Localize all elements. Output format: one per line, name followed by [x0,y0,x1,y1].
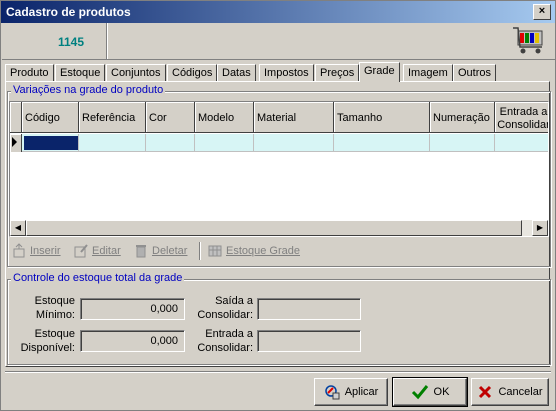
available-stock-label: Estoque Disponível: [20,328,75,354]
column-header[interactable]: Modelo [195,102,254,133]
grid-cell[interactable] [146,134,195,152]
exit-to-consolidate-field[interactable] [257,298,361,320]
trash-icon [136,245,146,258]
scroll-left-button[interactable]: ◀ [10,220,26,236]
tab-conjuntos[interactable]: Conjuntos [106,64,166,82]
grid-cell[interactable] [254,134,334,152]
stock-grid-label: Estoque Grade [226,245,300,257]
variations-legend: Variações na grade do produto [11,84,166,96]
tab-outros[interactable]: Outros [453,64,497,82]
insert-label: Inserir [30,245,61,257]
stock-grid-icon [208,245,222,257]
column-header[interactable]: Entrada a Consolidar [495,102,548,133]
tab-impostos[interactable]: Impostos [259,64,314,82]
close-button[interactable]: × [533,4,551,20]
grid-corner [10,102,22,133]
delete-button[interactable]: Deletar [133,242,187,260]
min-stock-label: Estoque Mínimo: [34,295,75,321]
stock-control-legend: Controle do estoque total da grade [11,272,185,284]
horizontal-scrollbar[interactable]: ◀ ▶ [10,220,548,236]
tab-precos[interactable]: Preços [315,64,360,82]
cancel-button[interactable]: Cancelar [471,378,549,406]
check-icon [411,385,428,400]
entry-to-consolidate-field[interactable] [257,330,361,352]
column-header[interactable]: Numeração [430,102,495,133]
footer-divider [5,371,551,373]
selected-cell[interactable] [24,136,78,150]
tab-imagem[interactable]: Imagem [403,64,453,82]
tab-datas[interactable]: Datas [217,64,256,82]
grid-cell[interactable] [195,134,254,152]
toolbar-separator [199,242,201,260]
insert-icon [13,243,25,258]
edit-icon [74,244,88,258]
grid-cell[interactable] [430,134,495,152]
product-registration-window: Cadastro de produtos × 1145 Produto Esto… [0,0,556,411]
grid-toolbar: Inserir Editar Deletar Estoque Grade [11,241,541,261]
tab-grade[interactable]: Grade [359,62,400,82]
row-indicator [10,134,22,152]
ok-button[interactable]: OK [392,377,468,407]
column-header[interactable]: Código [22,102,79,133]
stock-control-group [7,279,551,365]
column-header[interactable]: Material [254,102,334,133]
header-divider [106,23,108,59]
variations-grid[interactable]: Código Referência Cor Modelo Material Ta… [9,101,549,237]
tab-codigos[interactable]: Códigos [167,64,218,82]
grid-cell[interactable] [495,134,548,152]
column-header[interactable]: Cor [146,102,195,133]
title-bar[interactable]: Cadastro de produtos × [1,1,555,23]
scroll-thumb[interactable] [26,220,522,236]
column-header[interactable]: Tamanho [334,102,430,133]
apply-button[interactable]: Aplicar [314,378,388,406]
edit-label: Editar [92,245,121,257]
available-stock-field[interactable]: 0,000 [80,330,185,352]
stock-grid-button[interactable]: Estoque Grade [207,242,300,260]
shopping-cart-icon [513,27,543,54]
product-header: 1145 [2,23,555,60]
row-pointer-icon [12,137,17,147]
scroll-right-button[interactable]: ▶ [532,220,548,236]
apply-icon [324,385,340,400]
tab-estoque[interactable]: Estoque [55,64,106,82]
ok-label: OK [433,386,450,398]
grid-cell[interactable] [79,134,146,152]
edit-button[interactable]: Editar [73,242,121,260]
product-code: 1145 [58,35,85,49]
apply-label: Aplicar [344,386,379,398]
entry-to-consolidate-label: Entrada a Consolidar: [197,328,253,354]
insert-button[interactable]: Inserir [11,242,61,260]
cancel-label: Cancelar [498,386,543,398]
min-stock-field[interactable]: 0,000 [80,298,185,320]
delete-label: Deletar [152,245,188,257]
grid-cell[interactable] [334,134,430,152]
window-title: Cadastro de produtos [6,5,131,19]
cancel-x-icon [479,385,492,399]
tab-produto[interactable]: Produto [5,64,54,82]
exit-to-consolidate-label: Saída a Consolidar: [197,295,253,321]
column-header[interactable]: Referência [79,102,146,133]
